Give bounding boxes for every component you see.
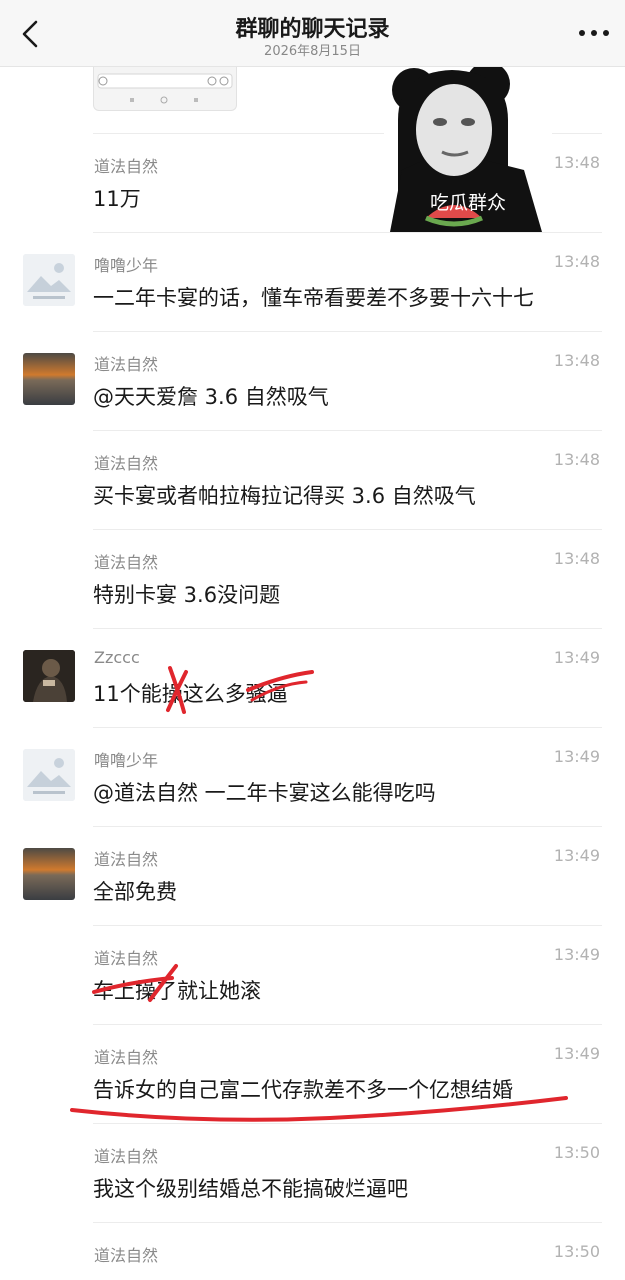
message-row: 道法自然 13:48 特别卡宴 3.6没问题 — [0, 529, 625, 628]
avatar[interactable] — [23, 650, 75, 702]
message-time: 13:48 — [553, 549, 600, 568]
message-text[interactable]: 特别卡宴 3.6没问题 — [93, 579, 280, 609]
message-row: 道法自然 13:50 我这个级别结婚总不能搞破烂逼吧 — [0, 1123, 625, 1222]
message-time: 13:50 — [553, 1143, 600, 1162]
divider — [93, 1222, 602, 1223]
mountain-avatar-icon — [23, 749, 75, 801]
sticker-caption: 吃瓜群众 — [429, 192, 506, 214]
message-row: 噜噜少年 13:48 一二年卡宴的话，懂车帝看要差不多要十六十七 — [0, 232, 625, 331]
more-options-icon[interactable] — [577, 22, 611, 44]
sender-name: 道法自然 — [94, 157, 159, 176]
divider — [93, 1123, 602, 1124]
message-text[interactable]: 全部免费 — [93, 876, 177, 906]
divider — [93, 826, 602, 827]
message-row: 道法自然 13:48 @天天爱詹 3.6 自然吸气 — [0, 331, 625, 430]
divider — [93, 232, 602, 233]
sender-name: 噜噜少年 — [94, 751, 159, 770]
divider — [93, 1024, 602, 1025]
divider — [93, 628, 602, 629]
message-time: 13:48 — [553, 252, 600, 271]
sender-name: 道法自然 — [94, 850, 159, 869]
previous-image-thumbnail[interactable] — [93, 66, 237, 111]
sender-name: 道法自然 — [94, 949, 159, 968]
divider — [93, 430, 602, 431]
sender-name: 道法自然 — [94, 454, 159, 473]
message-text[interactable]: @道法自然 一二年卡宴这么能得吃吗 — [93, 777, 436, 807]
nav-bar: 群聊的聊天记录 2026年8月15日 — [0, 0, 625, 67]
message-time: 13:49 — [553, 747, 600, 766]
message-text[interactable]: 11万 — [93, 183, 141, 213]
mountain-avatar-icon — [23, 254, 75, 306]
message-row: 道法自然 13:49 车上操了就让她滚 — [0, 925, 625, 1024]
message-time: 13:49 — [553, 1044, 600, 1063]
keyboard-screenshot-icon — [97, 73, 233, 104]
message-text[interactable]: 买卡宴或者帕拉梅拉记得买 3.6 自然吸气 — [93, 480, 476, 510]
message-time: 13:50 — [553, 1242, 600, 1261]
divider — [93, 925, 602, 926]
message-row: 道法自然 13:48 买卡宴或者帕拉梅拉记得买 3.6 自然吸气 — [0, 430, 625, 529]
page-subtitle-date: 2026年8月15日 — [264, 44, 361, 59]
avatar[interactable] — [23, 353, 75, 405]
message-text[interactable]: 一二年卡宴的话，懂车帝看要差不多要十六十七 — [93, 282, 534, 312]
message-time: 13:49 — [553, 945, 600, 964]
divider — [93, 529, 602, 530]
message-time: 13:48 — [553, 450, 600, 469]
message-row: 噜噜少年 13:49 @道法自然 一二年卡宴这么能得吃吗 — [0, 727, 625, 826]
message-text[interactable]: 告诉女的自己富二代存款差不多一个亿想结婚 — [93, 1074, 513, 1104]
sender-name: 噜噜少年 — [94, 256, 159, 275]
divider — [93, 727, 602, 728]
message-row: 道法自然 13:49 告诉女的自己富二代存款差不多一个亿想结婚 — [0, 1024, 625, 1123]
message-text[interactable]: 车上操了就让她滚 — [93, 975, 261, 1005]
message-time: 13:48 — [553, 153, 600, 172]
sender-name: 道法自然 — [94, 1246, 159, 1265]
sender-name: 道法自然 — [94, 355, 159, 374]
message-row: 道法自然 13:49 全部免费 — [0, 826, 625, 925]
message-row: Zzccc 13:49 11个能操这么多骚逼 — [0, 628, 625, 727]
sender-name: 道法自然 — [94, 1147, 159, 1166]
sender-name: 道法自然 — [94, 553, 159, 572]
avatar[interactable] — [23, 749, 75, 801]
avatar[interactable] — [23, 254, 75, 306]
sender-name: Zzccc — [94, 648, 140, 667]
sender-name: 道法自然 — [94, 1048, 159, 1067]
message-time: 13:49 — [553, 648, 600, 667]
message-text[interactable]: 11个能操这么多骚逼 — [93, 678, 288, 708]
message-text[interactable]: @天天爱詹 3.6 自然吸气 — [93, 381, 329, 411]
message-time: 13:49 — [553, 846, 600, 865]
avatar[interactable] — [23, 848, 75, 900]
meme-sticker: 吃瓜群众 — [384, 60, 552, 232]
person-photo-avatar-icon — [23, 650, 75, 702]
message-text[interactable]: 我这个级别结婚总不能搞破烂逼吧 — [93, 1173, 408, 1203]
message-time: 13:48 — [553, 351, 600, 370]
message-row: 道法自然 13:50 — [0, 1222, 625, 1280]
page-title: 群聊的聊天记录 — [235, 17, 390, 42]
divider — [93, 331, 602, 332]
